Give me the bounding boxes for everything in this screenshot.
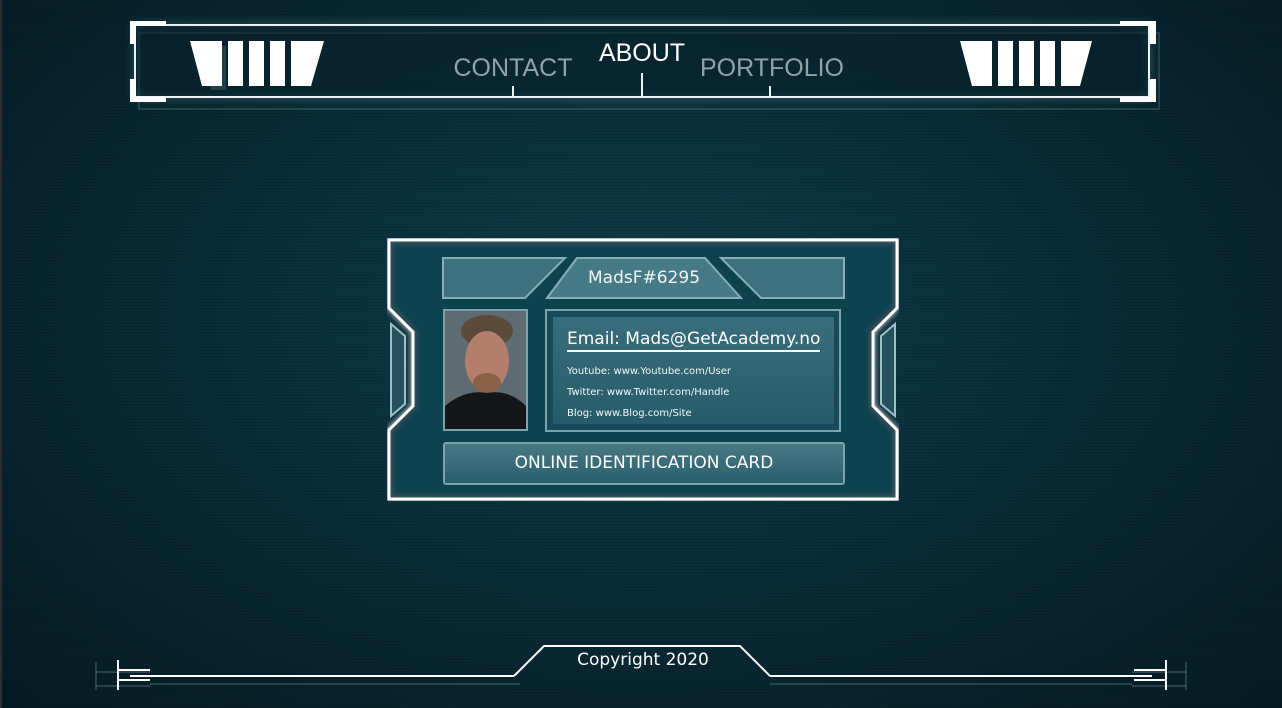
id-card-username: MadsF#6295	[587, 268, 701, 288]
email-link[interactable]: Email: Mads@GetAcademy.no	[567, 329, 821, 352]
copyright-text: Copyright 2020	[577, 650, 709, 670]
nav-link-portfolio-label: PORTFOLIO	[700, 54, 845, 82]
nav-tick	[512, 86, 514, 98]
nav-link-about-label: ABOUT	[598, 39, 686, 67]
decorative-stripes-left-icon	[190, 41, 324, 90]
blog-link[interactable]: Blog: www.Blog.com/Site	[567, 408, 692, 419]
card-caption: ONLINE IDENTIFICATION CARD	[443, 442, 845, 485]
nav-link-contact-label: CONTACT	[453, 54, 573, 82]
twitter-link[interactable]: Twitter: www.Twitter.com/Handle	[567, 387, 729, 398]
nav-link-portfolio[interactable]: PORTFOLIO	[700, 54, 844, 98]
contact-info-panel: Email: Mads@GetAcademy.no Youtube: www.Y…	[545, 309, 841, 432]
youtube-link[interactable]: Youtube: www.Youtube.com/User	[567, 366, 731, 377]
corner-bracket-bottom-left	[130, 79, 166, 102]
decorative-stripes-right-icon	[960, 41, 1092, 86]
corner-bracket-top-left	[130, 21, 166, 44]
nav-tick-active	[641, 73, 643, 97]
nav-link-contact[interactable]: CONTACT	[450, 54, 576, 98]
nav-tick	[769, 86, 771, 98]
contact-info-inner: Email: Mads@GetAcademy.no Youtube: www.Y…	[553, 317, 834, 424]
corner-bracket-bottom-right	[1120, 79, 1156, 102]
window-edge	[0, 0, 2, 708]
corner-bracket-top-right	[1120, 21, 1156, 44]
profile-photo	[443, 309, 528, 431]
header-nav-frame: CONTACT ABOUT PORTFOLIO	[130, 20, 1160, 110]
nav-link-about[interactable]: ABOUT	[592, 39, 692, 97]
profile-avatar-icon	[445, 311, 526, 429]
